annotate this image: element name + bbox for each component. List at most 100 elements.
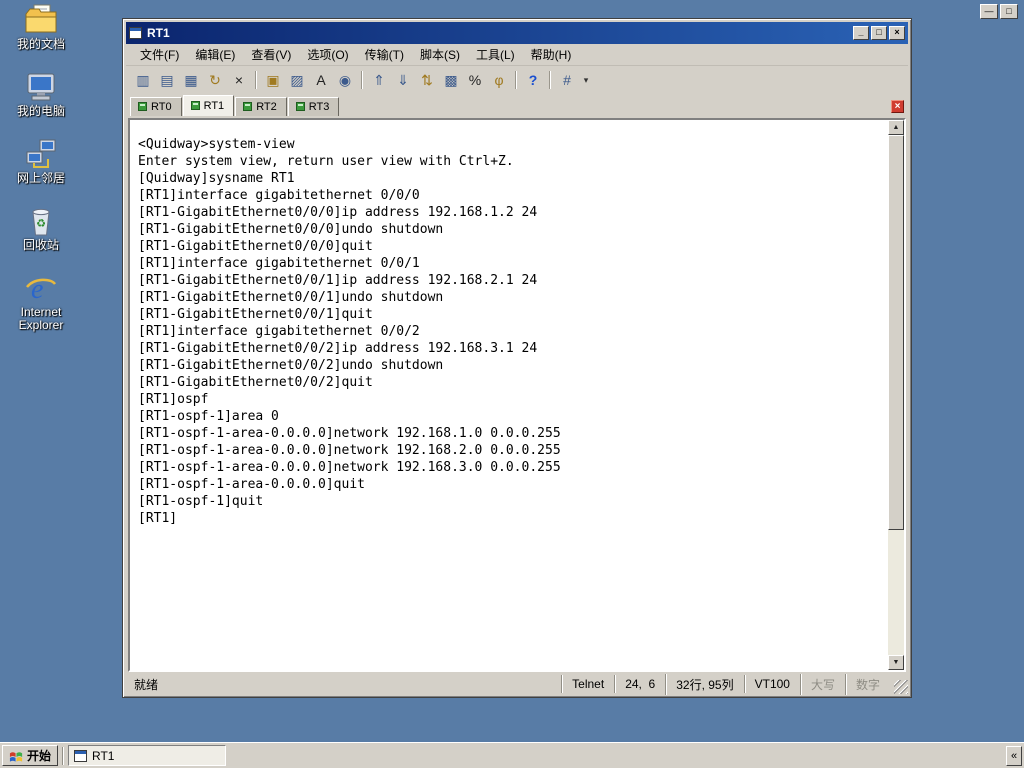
desktop-icon-label: Internet Explorer — [18, 305, 64, 332]
desktop-icon-my-documents[interactable]: 我的文档 — [8, 4, 74, 51]
toolbar: ▥ ▤ ▦ ↻ × ▣ ▨ A ◉ ⇑ ⇓ ⇅ ▩ % φ ? # ▾ — [126, 66, 908, 94]
tab-rt1[interactable]: RT1 — [182, 95, 235, 116]
menu-item[interactable]: 查看(V) — [243, 44, 299, 65]
menu-item[interactable]: 工具(L) — [468, 44, 523, 65]
taskbar-separator — [62, 746, 65, 765]
terminal-line: [RT1-GigabitEthernet0/0/2]quit — [138, 375, 373, 390]
transfer-icon[interactable]: ⇅ — [416, 69, 438, 91]
maximize-button[interactable]: □ — [871, 26, 887, 40]
menu-item[interactable]: 文件(F) — [132, 44, 187, 65]
session-tab-icon — [243, 102, 253, 111]
global-options-icon[interactable]: % — [464, 69, 486, 91]
desktop-icon-label: 我的文档 — [16, 37, 65, 51]
disconnect-icon[interactable]: × — [228, 69, 250, 91]
copy-icon[interactable]: ▣ — [262, 69, 284, 91]
terminal-line: [RT1-ospf-1-area-0.0.0.0]network 192.168… — [138, 443, 561, 458]
status-bar: 就绪 Telnet 24, 6 32行, 95列 VT100 大写 数字 — [126, 673, 908, 695]
terminal-line: [RT1-ospf-1]quit — [138, 494, 264, 509]
terminal-screen[interactable]: <Quidway>system-view Enter system view, r… — [130, 120, 888, 670]
key-icon[interactable]: φ — [488, 69, 510, 91]
tab-rt2[interactable]: RT2 — [235, 97, 287, 116]
session-tab-icon — [190, 101, 200, 110]
keymap-icon[interactable]: # — [556, 69, 578, 91]
minimize-button[interactable]: _ — [853, 26, 869, 40]
font-icon[interactable]: A — [310, 69, 332, 91]
terminal-line: [RT1-GigabitEthernet0/0/1]ip address 192… — [138, 273, 538, 288]
help-icon[interactable]: ? — [522, 69, 544, 91]
menu-item[interactable]: 选项(O) — [299, 44, 356, 65]
scroll-down-icon[interactable]: ▼ — [888, 655, 904, 670]
upload-icon[interactable]: ⇑ — [368, 69, 390, 91]
desktop-icon-label: 我的电脑 — [16, 104, 65, 118]
session-options-icon[interactable]: ▩ — [440, 69, 462, 91]
paste-icon[interactable]: ▨ — [286, 69, 308, 91]
start-label: 开始 — [27, 749, 52, 763]
status-ready: 就绪 — [134, 677, 159, 692]
session-restore-button[interactable]: □ — [1000, 4, 1018, 19]
resize-grip[interactable] — [894, 680, 908, 694]
terminal-line: <Quidway>system-view — [138, 137, 295, 152]
status-num-lock: 数字 — [844, 673, 890, 695]
download-icon[interactable]: ⇓ — [392, 69, 414, 91]
terminal-line: [RT1-GigabitEthernet0/0/1]quit — [138, 307, 373, 322]
clone-tab-icon[interactable]: ▦ — [180, 69, 202, 91]
find-icon[interactable]: ◉ — [334, 69, 356, 91]
menu-item[interactable]: 传输(T) — [357, 44, 412, 65]
terminal-line: [RT1-GigabitEthernet0/0/2]ip address 192… — [138, 341, 538, 356]
terminal-line: [RT1]ospf — [138, 392, 209, 407]
session-tab-icon — [295, 102, 305, 111]
quick-connect-icon[interactable]: ▥ — [132, 69, 154, 91]
network-places-icon — [24, 138, 58, 170]
scrollbar-track[interactable] — [888, 135, 904, 655]
tab-close-button[interactable]: × — [891, 100, 904, 113]
toolbar-overflow-icon[interactable]: ▾ — [580, 69, 592, 91]
status-emulation: VT100 — [743, 675, 800, 693]
connect-icon[interactable]: ▤ — [156, 69, 178, 91]
terminal-line: [RT1-ospf-1-area-0.0.0.0]network 192.168… — [138, 460, 561, 475]
taskbar-task-rt1[interactable]: RT1 — [68, 745, 227, 766]
status-terminal-size: 32行, 95列 — [665, 673, 743, 695]
session-tab-icon — [138, 102, 147, 111]
my-computer-icon — [24, 71, 58, 103]
window-title: RT1 — [147, 26, 170, 40]
terminal-line: [RT1-GigabitEthernet0/0/2]undo shutdown — [138, 358, 444, 373]
reconnect-icon[interactable]: ↻ — [204, 69, 226, 91]
session-controls: — □ — [980, 4, 1018, 19]
terminal-line: [RT1-ospf-1-area-0.0.0.0]quit — [138, 477, 365, 492]
terminal-line: [RT1-GigabitEthernet0/0/0]quit — [138, 239, 373, 254]
toolbar-separator — [255, 71, 257, 89]
app-icon — [129, 27, 142, 39]
tab-label: RT2 — [256, 100, 277, 113]
terminal-line: [RT1-GigabitEthernet0/0/1]undo shutdown — [138, 290, 444, 305]
toolbar-separator — [515, 71, 517, 89]
desktop-icon-label: 回收站 — [22, 238, 59, 252]
menu-item[interactable]: 帮助(H) — [523, 44, 580, 65]
scrollbar-thumb[interactable] — [888, 135, 904, 531]
session-minimize-button[interactable]: — — [980, 4, 998, 19]
recycle-bin-icon: ♻ — [24, 205, 58, 237]
desktop-icon-my-computer[interactable]: 我的电脑 — [8, 71, 74, 118]
window-titlebar[interactable]: RT1 _ □ × — [126, 22, 908, 44]
terminal-window: RT1 _ □ × 文件(F) 编辑(E) 查看(V) 选项(O) 传输(T) 脚本(S)… — [122, 18, 912, 698]
task-label: RT1 — [92, 748, 115, 763]
menu-item[interactable]: 编辑(E) — [187, 44, 243, 65]
desktop-icon-label: 网上邻居 — [16, 171, 65, 185]
tray-overflow-button[interactable]: « — [1006, 745, 1022, 766]
desktop-icon-recycle-bin[interactable]: ♻ 回收站 — [8, 205, 74, 252]
windows-flag-icon — [9, 751, 23, 762]
desktop-icon-internet-explorer[interactable]: e Internet Explorer — [8, 272, 74, 332]
menu-item[interactable]: 脚本(S) — [412, 44, 468, 65]
tab-rt0[interactable]: RT0 — [130, 97, 182, 116]
status-caps-lock: 大写 — [799, 673, 845, 695]
scroll-up-icon[interactable]: ▲ — [888, 120, 904, 135]
toolbar-separator — [361, 71, 363, 89]
start-button[interactable]: 开始 — [2, 745, 59, 766]
terminal-line: [RT1-ospf-1]area 0 — [138, 409, 279, 424]
tab-bar: RT0 RT1 RT2 RT3 × — [126, 94, 908, 116]
internet-explorer-icon: e — [24, 272, 58, 304]
desktop-icon-column: 我的文档 我的电脑 网上邻居 ♻ 回收站 e Internet Explorer — [8, 4, 74, 332]
desktop-icon-network-places[interactable]: 网上邻居 — [8, 138, 74, 185]
tab-rt3[interactable]: RT3 — [287, 97, 340, 116]
svg-text:♻: ♻ — [36, 218, 46, 230]
close-button[interactable]: × — [889, 26, 905, 40]
